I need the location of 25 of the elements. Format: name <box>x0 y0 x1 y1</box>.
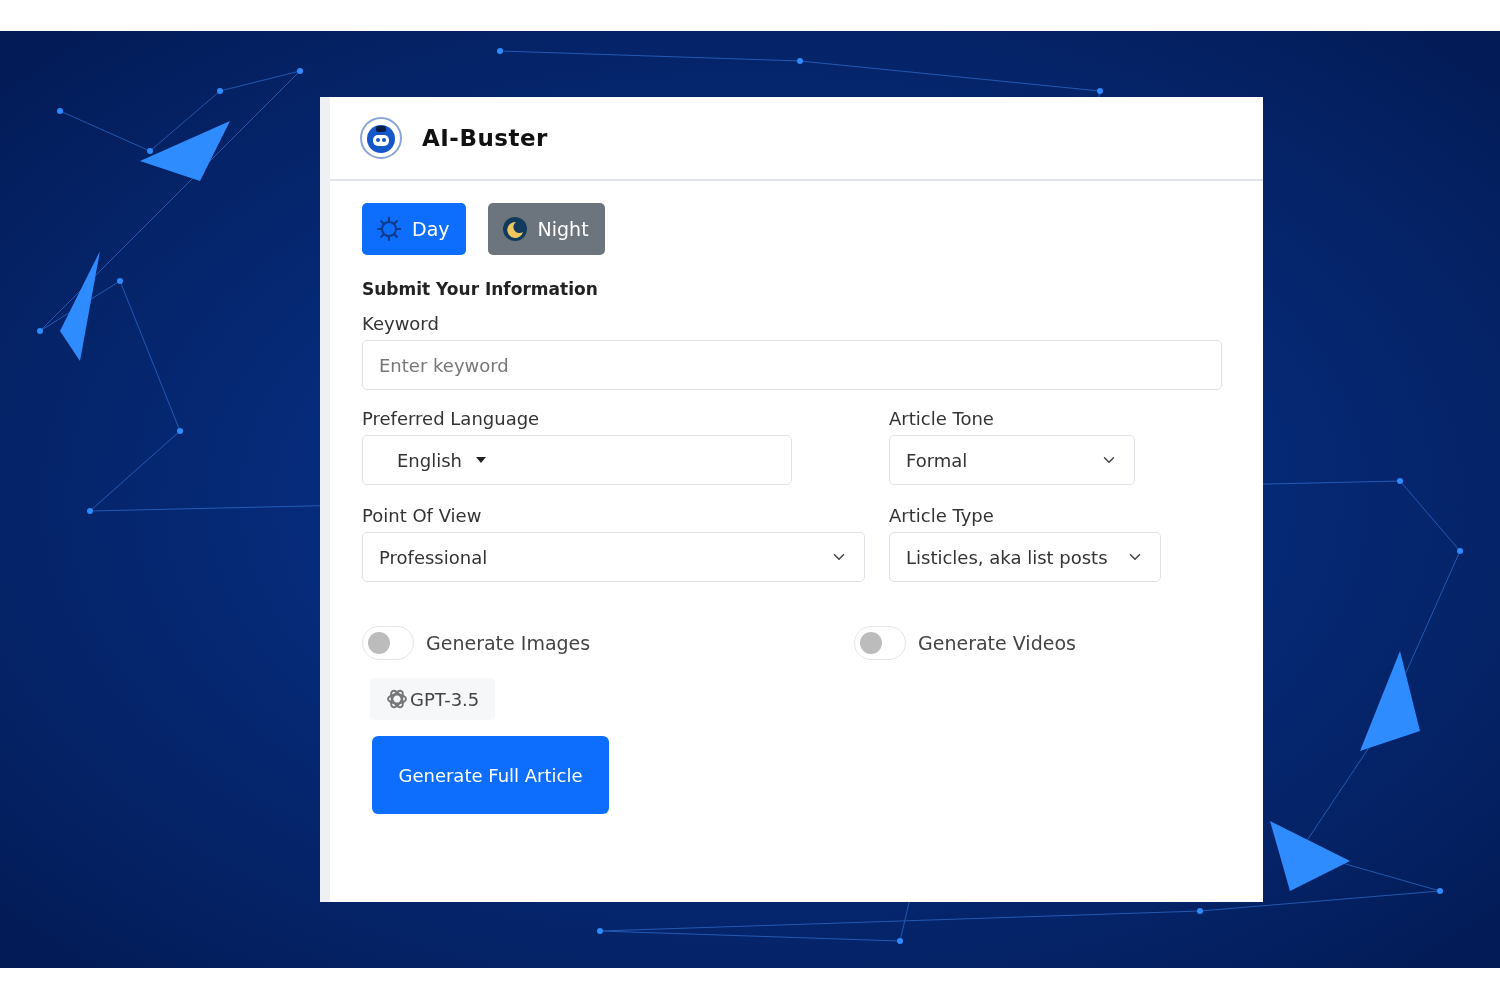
keyword-input[interactable]: Enter keyword <box>362 340 1222 390</box>
model-badge: GPT-3.5 <box>370 678 496 720</box>
toggle-label: Generate Images <box>426 632 591 654</box>
robot-logo-icon <box>360 117 402 159</box>
article-type-select[interactable]: Listicles, aka list posts <box>889 532 1161 582</box>
field-label: Keyword <box>362 313 440 334</box>
point-of-view-select[interactable]: Professional <box>362 532 865 582</box>
toggle-switch[interactable] <box>362 626 414 660</box>
theme-button[interactable]: Day <box>362 203 466 255</box>
tone-select[interactable]: Formal <box>889 435 1135 485</box>
language-select[interactable]: English <box>362 435 792 485</box>
field-label: Point Of View <box>362 505 483 526</box>
theme-button[interactable]: Night <box>487 203 605 255</box>
form-heading: Submit Your Information <box>362 279 599 299</box>
moon-icon <box>501 216 528 242</box>
app-title: AI-Buster <box>422 125 548 151</box>
field-label: Preferred Language <box>362 408 541 429</box>
field-label: Article Type <box>889 505 995 526</box>
flower-logo-icon <box>386 688 408 710</box>
toggle-label: Generate Videos <box>918 632 1076 654</box>
field-label: Article Tone <box>889 408 995 429</box>
sun-icon <box>376 216 402 242</box>
toggle-switch[interactable] <box>854 626 906 660</box>
caret-down-icon <box>476 457 486 463</box>
generate-article-button[interactable]: Generate Full Article <box>372 736 609 814</box>
